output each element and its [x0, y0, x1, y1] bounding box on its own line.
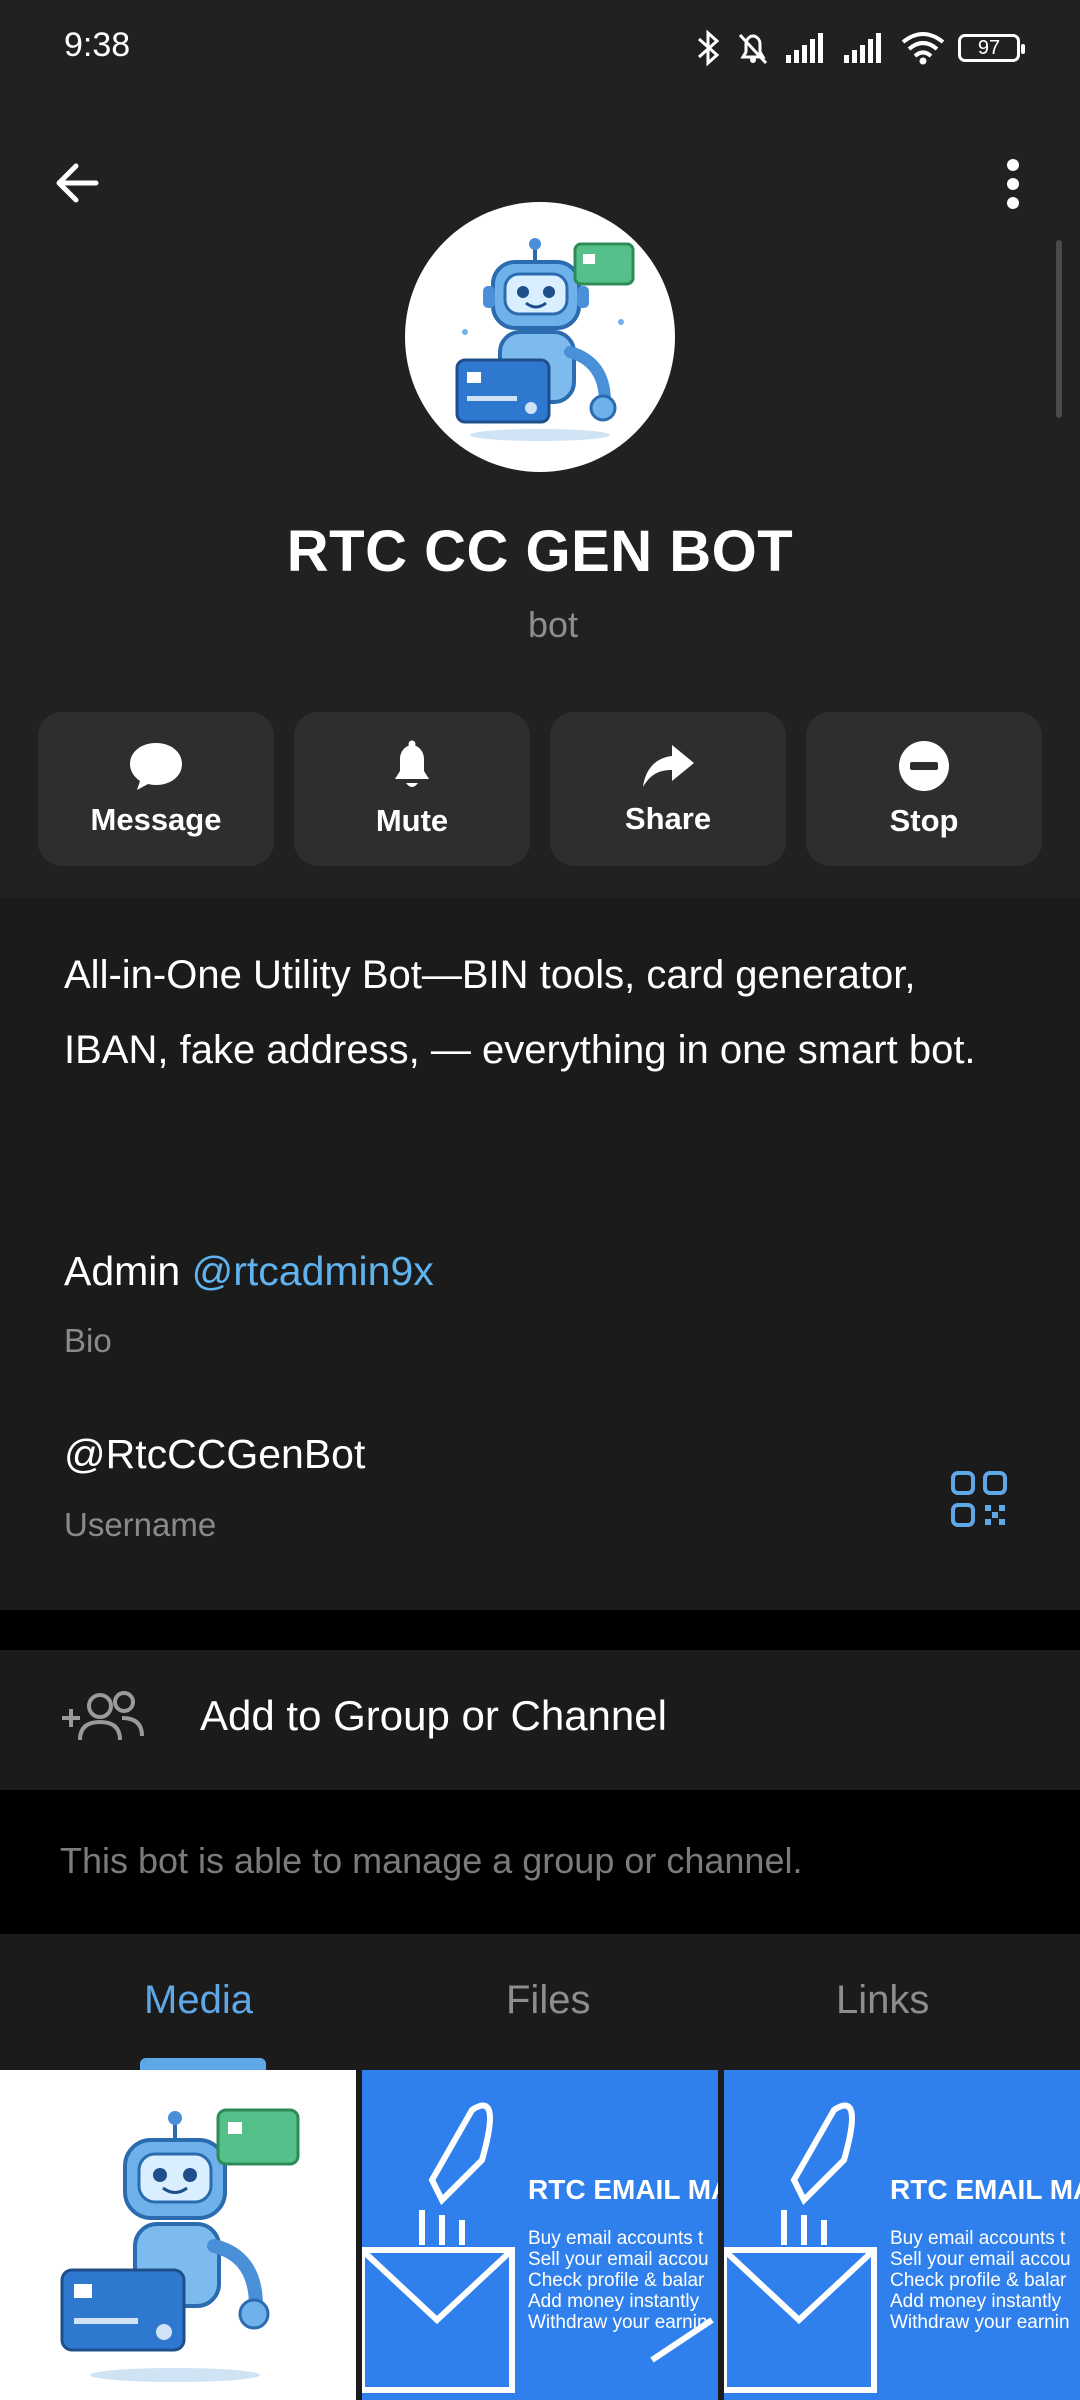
- message-icon: [130, 743, 182, 790]
- media-thumbnail[interactable]: [0, 2070, 356, 2400]
- back-arrow-icon[interactable]: [52, 158, 102, 208]
- wifi-icon: [901, 32, 945, 65]
- signal-icon: [786, 33, 823, 63]
- tab-links[interactable]: Links: [836, 1978, 929, 2023]
- media-thumbnail[interactable]: RTC EMAIL MARK Buy email accounts t Sell…: [724, 2070, 1080, 2400]
- robot-card-illustration: [455, 238, 635, 441]
- battery-level: 97: [977, 36, 1001, 59]
- robot-card-thumbnail: [60, 2108, 300, 2382]
- add-to-group-row[interactable]: Add to Group or Channel: [0, 1650, 1080, 1790]
- message-label: Message: [90, 802, 222, 837]
- promo-line: Withdraw your earnin: [890, 2312, 1070, 2333]
- muted-bell-icon: [738, 33, 768, 65]
- promo-line: Buy email accounts t: [528, 2228, 704, 2249]
- tab-files[interactable]: Files: [506, 1978, 590, 2023]
- promo-line: Check profile & balar: [890, 2270, 1067, 2291]
- battery-indicator: 97: [958, 34, 1025, 62]
- media-grid: RTC EMAIL MARK Buy email accounts t Sell…: [0, 2070, 1080, 2400]
- bluetooth-icon: [698, 29, 720, 67]
- share-label: Share: [624, 801, 712, 836]
- tab-media[interactable]: Media: [144, 1978, 253, 2023]
- promo-line: Sell your email accou: [528, 2249, 709, 2270]
- bot-avatar[interactable]: [405, 202, 675, 472]
- add-user-group-icon: [62, 1691, 144, 1741]
- mute-button[interactable]: Mute: [294, 712, 530, 866]
- status-time: 9:38: [64, 26, 131, 64]
- promo-line: Add money instantly: [528, 2291, 700, 2312]
- share-button[interactable]: Share: [550, 712, 786, 866]
- bio-label: Bio: [64, 1322, 112, 1359]
- signal-icon-2: [844, 33, 881, 63]
- add-group-hint-text: This bot is able to manage a group or ch…: [60, 1840, 803, 1881]
- more-menu-icon[interactable]: [998, 156, 1028, 212]
- username-label: Username: [64, 1506, 217, 1543]
- share-icon: [643, 745, 694, 787]
- promo-line: Buy email accounts t: [890, 2228, 1066, 2249]
- message-button[interactable]: Message: [38, 712, 274, 866]
- shared-media-tabs: Media Files Links: [0, 1934, 1080, 2070]
- admin-link[interactable]: @rtcadmin9x: [192, 1248, 434, 1294]
- promo-line: Sell your email accou: [890, 2249, 1071, 2270]
- profile-name: RTC CC GEN BOT: [286, 519, 794, 584]
- promo-line: Add money instantly: [890, 2291, 1062, 2312]
- action-buttons: Message Mute Share Stop: [38, 712, 1042, 866]
- promo-lines: Buy email accounts t Sell your email acc…: [528, 2228, 709, 2333]
- username-value[interactable]: @RtcCCGenBot: [64, 1431, 365, 1478]
- section-divider: [0, 1610, 1080, 1650]
- profile-type: bot: [527, 604, 579, 645]
- promo-lines: Buy email accounts t Sell your email acc…: [890, 2228, 1071, 2333]
- add-to-group-label: Add to Group or Channel: [200, 1692, 667, 1739]
- active-tab-indicator: [140, 2058, 266, 2070]
- promo-line: Withdraw your earnin: [528, 2312, 708, 2333]
- promo-line: Check profile & balar: [528, 2270, 705, 2291]
- bot-description: All-in-One Utility Bot—BIN tools, card g…: [64, 953, 976, 1072]
- stop-icon: [899, 741, 949, 791]
- bell-icon: [395, 740, 429, 787]
- scroll-indicator[interactable]: [1056, 240, 1062, 418]
- qr-code-icon[interactable]: [950, 1470, 1008, 1528]
- bio-text: Admin @rtcadmin9x: [64, 1248, 434, 1295]
- status-bar: 9:38 97: [0, 0, 1080, 92]
- stop-button[interactable]: Stop: [806, 712, 1042, 866]
- status-icons: 97: [696, 26, 1025, 70]
- stop-label: Stop: [889, 803, 959, 838]
- admin-prefix: Admin: [64, 1248, 192, 1294]
- add-group-hint: This bot is able to manage a group or ch…: [0, 1790, 1080, 1934]
- promo-heading: RTC EMAIL MARK: [890, 2174, 1080, 2205]
- media-thumbnail[interactable]: RTC EMAIL MARK Buy email accounts t Sell…: [362, 2070, 718, 2400]
- info-section: All-in-One Utility Bot—BIN tools, card g…: [0, 898, 1080, 1610]
- promo-heading: RTC EMAIL MARK: [528, 2174, 718, 2205]
- mute-label: Mute: [375, 803, 449, 838]
